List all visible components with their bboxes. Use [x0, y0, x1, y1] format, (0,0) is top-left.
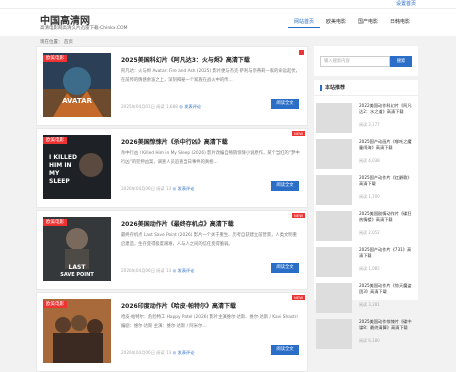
nav-home[interactable]: 网站首页	[287, 18, 320, 28]
recommend-title[interactable]: 2025国产动作片《红爵歌》高清下载	[359, 175, 414, 187]
comment-icon: ◎	[172, 268, 177, 273]
recommend-item[interactable]: 2025美国剧情动作片《碟狂热情楼》高清下载 阅读 2,052	[314, 208, 418, 244]
divider	[314, 95, 418, 96]
recommend-views: 阅读 2,052	[359, 230, 380, 235]
recommend-views: 阅读 3,281	[359, 302, 380, 307]
category-tag[interactable]: 欧美电影	[43, 55, 67, 62]
comment-icon: ◎	[172, 350, 177, 355]
recommend-title[interactable]: 2022美国动作科幻片《阿凡达2：水之道》高清下载	[359, 103, 414, 115]
article-date: 2026年04月06日	[121, 268, 155, 273]
recommend-thumbnail[interactable]	[316, 283, 352, 313]
comment-link[interactable]: 发表评论	[178, 350, 195, 355]
site-header: 中国高清网 高清电影网高清久片迅雷下载-Chinkx.COM 网站首页 欧美电影…	[0, 9, 456, 36]
recommend-item[interactable]: 2025国产动作片《红爵歌》高清下载 阅读 1,700	[314, 172, 418, 208]
recommend-title[interactable]: 2025美国动作片《惊天魔盗团3》高清下载	[359, 283, 414, 295]
read-more-button[interactable]: 阅读全文	[271, 345, 299, 355]
main-nav: 网站首页 欧美电影 国产电影 日韩电影	[287, 18, 416, 28]
article-views: 阅读 13	[156, 186, 172, 191]
recommend-title[interactable]: 2025美国剧情动作片《碟狂热情楼》高清下载	[359, 211, 414, 223]
search-input[interactable]: 输入搜索内容	[320, 56, 390, 67]
read-more-button[interactable]: 阅读全文	[271, 181, 299, 191]
article-meta: 2025年04月01日 阅读 1,688 ◎ 发表评论	[121, 104, 201, 110]
category-tag[interactable]: 欧美电影	[43, 137, 67, 144]
article-description: 阿凡达：火与烬 Avatar: Fire and Ash (2025) 影片便与…	[121, 69, 300, 83]
recommend-item[interactable]: 2022美国动作科幻片《阿凡达2：水之道》高清下载 阅读 3,177	[314, 100, 418, 136]
comment-link[interactable]: 发表评论	[178, 186, 195, 191]
recommend-item[interactable]: 2025美国动作惊悚片《碟中谍8：最终清算》高清下载 阅读 6,180	[314, 316, 418, 352]
read-more-button[interactable]: 阅读全文	[271, 99, 299, 109]
recommend-thumbnail[interactable]	[316, 139, 352, 169]
new-badge: NEW	[292, 131, 305, 136]
recommend-views: 阅读 3,177	[359, 122, 380, 127]
recommend-views: 阅读 1,700	[359, 194, 380, 199]
recommend-thumbnail[interactable]	[316, 175, 352, 205]
article-thumbnail[interactable]: I KILLED HIM IN MY SLEEP 欧美电影	[43, 135, 111, 199]
article-title[interactable]: 2026印度动作片《哈皮·帕特尔》高清下载	[121, 301, 236, 310]
recommend-thumbnail[interactable]	[316, 211, 352, 241]
article-meta: 2026年04月06日 阅读 13 ◎ 发表评论	[121, 268, 194, 274]
article-card: I KILLED HIM IN MY SLEEP 欧美电影 2026美国惊悚片《…	[36, 128, 308, 208]
svg-text:LAST: LAST	[69, 264, 87, 271]
article-card: AVATAR 欧美电影 2025美国科幻片《阿凡达3：火与烬》高清下载 阿凡达：…	[36, 46, 308, 126]
read-more-button[interactable]: 阅读全文	[271, 263, 299, 273]
comment-link[interactable]: 发表评论	[184, 104, 201, 109]
recommend-thumbnail[interactable]	[316, 319, 352, 349]
article-title[interactable]: 2026美国动作片《最终存机点》高清下载	[121, 219, 234, 228]
search-box: 输入搜索内容 搜索	[314, 46, 418, 76]
svg-text:SAVE POINT: SAVE POINT	[60, 272, 94, 278]
recommend-item[interactable]: 2025国产动画片《哪吒之魔童闹海》高清下载 阅读 4,038	[314, 136, 418, 172]
recommend-title[interactable]: 2025美国动作惊悚片《碟中谍8：最终清算》高清下载	[359, 319, 414, 331]
article-views: 阅读 13	[156, 350, 172, 355]
comment-icon: ◎	[172, 186, 177, 191]
article-card: 欧美电影 2026印度动作片《哈皮·帕特尔》高清下载 哈皮·帕特尔：危险特工 H…	[36, 292, 308, 372]
recommend-thumbnail[interactable]	[316, 103, 352, 133]
recommend-title[interactable]: 2025国产动作片《731》高清下载	[359, 247, 414, 259]
nav-chinese-movies[interactable]: 国产电影	[352, 18, 384, 28]
article-thumbnail[interactable]: AVATAR 欧美电影	[43, 53, 111, 117]
category-tag[interactable]: 欧美电影	[43, 219, 67, 226]
comment-link[interactable]: 发表评论	[178, 268, 195, 273]
recommend-views: 阅读 6,180	[359, 338, 380, 343]
svg-text:HIM IN: HIM IN	[49, 162, 72, 169]
recommend-item[interactable]: 2025美国动作片《惊天魔盗团3》高清下载 阅读 3,281	[314, 280, 418, 316]
new-badge: NEW	[292, 213, 305, 218]
article-description: 杀中行凶 I Killed Him in My Sleep (2026) 影片改…	[121, 151, 300, 165]
recommend-heading: 本站推荐	[320, 85, 345, 91]
article-description: 最终存机点 Last Save Point (2026) 影片一个关于重生、历考…	[121, 233, 297, 247]
recommend-title[interactable]: 2025国产动画片《哪吒之魔童闹海》高清下载	[359, 139, 414, 151]
article-date: 2025年04月01日	[121, 104, 155, 109]
poster-title: AVATAR	[62, 97, 92, 105]
search-button[interactable]: 搜索	[390, 56, 412, 67]
set-homepage-link[interactable]: 设置首页	[396, 0, 416, 9]
nav-jpkr-movies[interactable]: 日韩电影	[384, 18, 416, 28]
site-tagline: 高清电影网高清久片迅雷下载-Chinkx.COM	[40, 26, 128, 31]
breadcrumb: 现在位置： 首页	[40, 40, 73, 45]
nav-western-movies[interactable]: 欧美电影	[320, 18, 352, 28]
recommend-views: 阅读 4,038	[359, 158, 380, 163]
article-date: 2026年04月06日	[121, 350, 155, 355]
article-date: 2026年04月06日	[121, 186, 155, 191]
article-thumbnail[interactable]: LAST SAVE POINT 欧美电影	[43, 217, 111, 281]
article-card: LAST SAVE POINT 欧美电影 2026美国动作片《最终存机点》高清下…	[36, 210, 308, 290]
article-title[interactable]: 2025美国科幻片《阿凡达3：火与烬》高清下载	[121, 55, 250, 64]
recommend-views: 阅读 1,085	[359, 266, 380, 271]
new-badge: NEW	[292, 295, 305, 300]
article-title[interactable]: 2026美国惊悚片《杀中行凶》高清下载	[121, 137, 228, 146]
svg-text:MY: MY	[49, 170, 60, 177]
category-tag[interactable]: 欧美电影	[43, 301, 67, 308]
recommend-thumbnail[interactable]	[316, 247, 352, 277]
article-views: 阅读 13	[156, 268, 172, 273]
article-description: 哈皮·帕特尔：危险特工 Happy Patel (2026) 影片主演维尔·达斯…	[121, 315, 298, 329]
pin-icon	[299, 50, 304, 55]
svg-text:SLEEP: SLEEP	[49, 178, 70, 185]
top-bar: 设置首页	[0, 0, 456, 9]
article-meta: 2026年04月06日 阅读 13 ◎ 发表评论	[121, 350, 194, 356]
recommend-panel: 本站推荐 2022美国动作科幻片《阿凡达2：水之道》高清下载 阅读 3,177 …	[314, 80, 418, 349]
article-thumbnail[interactable]: 欧美电影	[43, 299, 111, 363]
comment-icon: ◎	[179, 104, 183, 109]
article-meta: 2026年04月06日 阅读 13 ◎ 发表评论	[121, 186, 194, 192]
article-views: 阅读 1,688	[156, 104, 178, 109]
svg-text:I KILLED: I KILLED	[49, 154, 77, 161]
recommend-item[interactable]: 2025国产动作片《731》高清下载 阅读 1,085	[314, 244, 418, 280]
